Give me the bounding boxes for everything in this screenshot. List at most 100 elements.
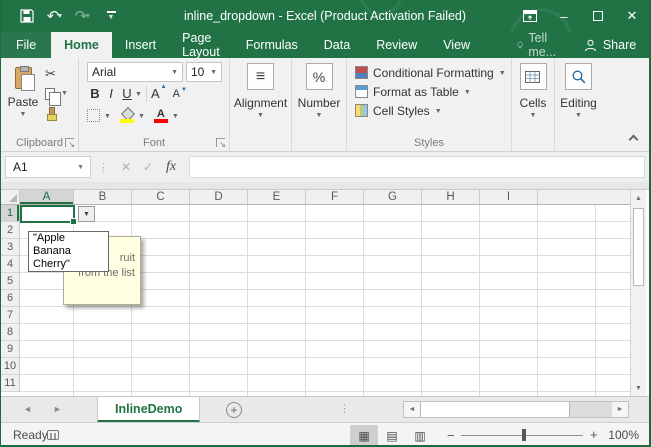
maximize-button[interactable] — [581, 0, 615, 32]
cell-styles-button[interactable]: Cell Styles ▼ — [355, 101, 511, 120]
dropdown-list-item[interactable]: Banana — [29, 245, 108, 258]
copy-icon — [45, 88, 55, 100]
tab-insert[interactable]: Insert — [112, 32, 169, 58]
tell-me-box[interactable]: Tell me... — [507, 32, 570, 58]
column-header[interactable]: B — [74, 190, 132, 204]
column-header[interactable]: A — [20, 190, 74, 204]
column-header[interactable]: G — [364, 190, 422, 204]
column-header[interactable]: C — [132, 190, 190, 204]
zoom-level[interactable]: 100% — [599, 428, 639, 442]
column-header[interactable]: E — [248, 190, 306, 204]
horizontal-scroll-thumb[interactable] — [420, 402, 570, 417]
enter-button[interactable]: ✓ — [137, 160, 159, 174]
row-header[interactable]: 6 — [1, 290, 20, 307]
data-validation-dropdown-button[interactable]: ▼ — [78, 206, 95, 222]
dropdown-list-item[interactable]: "Apple — [29, 232, 108, 245]
format-as-table-button[interactable]: Format as Table ▼ — [355, 82, 511, 101]
scroll-right-button[interactable]: ► — [612, 402, 628, 417]
column-header[interactable]: F — [306, 190, 364, 204]
collapse-ribbon-button[interactable] — [629, 135, 639, 145]
zoom-in-button[interactable]: + — [590, 427, 598, 442]
dropdown-list-item[interactable]: Cherry" — [29, 258, 108, 271]
insert-function-button[interactable]: fx — [159, 159, 183, 175]
borders-button[interactable] — [87, 109, 100, 122]
cells-button[interactable]: Cells ▼ — [512, 58, 554, 119]
clipboard-dialog-launcher[interactable] — [65, 138, 74, 147]
normal-view-button[interactable]: ▦ — [350, 425, 378, 446]
row-header[interactable]: 9 — [1, 341, 20, 358]
copy-button[interactable]: ▼ — [45, 85, 68, 102]
select-all-corner[interactable] — [1, 190, 20, 205]
page-break-view-button[interactable]: ▥ — [406, 425, 434, 446]
horizontal-scrollbar[interactable]: ◄ ► — [403, 401, 629, 418]
column-header[interactable]: H — [422, 190, 480, 204]
minimize-button[interactable]: – — [547, 0, 581, 32]
tab-formulas[interactable]: Formulas — [233, 32, 311, 58]
undo-button[interactable]: ↶▼ — [43, 4, 67, 28]
zoom-slider-thumb[interactable] — [522, 429, 526, 441]
increase-font-size-button[interactable]: A — [151, 86, 167, 101]
row-header[interactable]: 8 — [1, 324, 20, 341]
italic-button[interactable]: I — [103, 86, 119, 101]
scroll-left-button[interactable]: ◄ — [404, 402, 420, 417]
new-sheet-button[interactable]: + — [226, 402, 242, 418]
redo-button[interactable]: ↷▼ — [71, 4, 95, 28]
font-size-select[interactable]: 10▼ — [186, 62, 222, 82]
chevron-down-icon[interactable]: ▼ — [77, 164, 90, 171]
previous-sheet-button[interactable]: ◄ — [23, 404, 32, 414]
row-header[interactable]: 1 — [1, 205, 20, 222]
alignment-button[interactable]: ≡ Alignment ▼ — [230, 58, 291, 119]
row-header[interactable]: 11 — [1, 375, 20, 392]
undo-dropdown-icon[interactable]: ▼ — [56, 13, 63, 20]
bold-button[interactable]: B — [87, 86, 103, 101]
share-button[interactable]: Share — [570, 32, 650, 58]
column-header[interactable]: D — [190, 190, 248, 204]
tab-file[interactable]: File — [1, 32, 51, 58]
row-header[interactable]: 7 — [1, 307, 20, 324]
sheet-tab-inlinedemo[interactable]: InlineDemo — [97, 397, 200, 423]
underline-button[interactable]: U — [119, 86, 135, 101]
fill-color-button[interactable] — [120, 109, 134, 123]
underline-dropdown-icon[interactable]: ▼ — [135, 91, 142, 98]
row-header[interactable]: 3 — [1, 239, 20, 256]
next-sheet-button[interactable]: ► — [53, 404, 62, 414]
cancel-button[interactable]: ✕ — [115, 160, 137, 174]
formula-bar-drag-handle[interactable]: ⋮ — [98, 161, 108, 174]
row-header[interactable]: 10 — [1, 358, 20, 375]
scroll-down-button[interactable]: ▼ — [631, 380, 646, 396]
formula-input[interactable] — [189, 156, 645, 178]
close-button[interactable]: ✕ — [615, 0, 649, 32]
editing-button[interactable]: Editing ▼ — [555, 58, 602, 119]
customize-qat-button[interactable]: ▼ — [99, 4, 123, 28]
cut-button[interactable]: ✂ — [45, 65, 68, 82]
conditional-formatting-button[interactable]: Conditional Formatting ▼ — [355, 63, 511, 82]
tab-page-layout[interactable]: Page Layout — [169, 32, 233, 58]
selected-cell-A1[interactable] — [20, 205, 75, 223]
decrease-font-size-button[interactable]: A — [173, 88, 187, 100]
ribbon-display-options-button[interactable] — [513, 0, 547, 32]
tab-review[interactable]: Review — [363, 32, 430, 58]
font-dialog-launcher[interactable] — [216, 138, 225, 147]
tab-home[interactable]: Home — [51, 32, 112, 58]
font-name-select[interactable]: Arial▼ — [87, 62, 183, 82]
tab-data[interactable]: Data — [311, 32, 363, 58]
row-header[interactable]: 4 — [1, 256, 20, 273]
font-color-button[interactable]: A — [154, 108, 168, 123]
zoom-out-button[interactable]: − — [447, 428, 455, 443]
paste-dropdown-icon[interactable]: ▼ — [20, 111, 27, 118]
save-button[interactable] — [15, 4, 39, 28]
column-header[interactable]: I — [480, 190, 538, 204]
page-layout-view-button[interactable]: ▤ — [378, 425, 406, 446]
name-box[interactable]: A1 ▼ — [5, 156, 91, 178]
tabbar-drag-handle[interactable]: ⋮ — [339, 402, 350, 415]
row-header[interactable]: 2 — [1, 222, 20, 239]
paste-button[interactable]: Paste ▼ — [5, 62, 41, 122]
row-header[interactable]: 5 — [1, 273, 20, 290]
macro-record-icon[interactable] — [47, 430, 59, 440]
scroll-up-button[interactable]: ▲ — [631, 190, 646, 206]
vertical-scrollbar[interactable]: ▲ ▼ — [630, 190, 646, 396]
vertical-scroll-thumb[interactable] — [633, 208, 644, 286]
format-painter-button[interactable] — [45, 105, 68, 122]
number-button[interactable]: % Number ▼ — [292, 58, 346, 119]
tab-view[interactable]: View — [430, 32, 483, 58]
